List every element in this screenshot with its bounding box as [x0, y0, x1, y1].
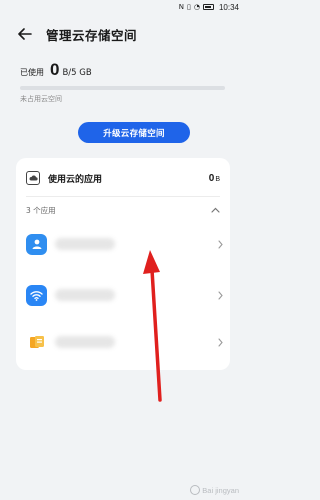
- wifi-icon: ◔: [193, 2, 200, 11]
- apps-count-row[interactable]: 3 个应用: [26, 202, 220, 218]
- back-arrow-icon[interactable]: [16, 25, 34, 43]
- vibrate-icon: ▯: [187, 2, 191, 11]
- used-label: 已使用: [20, 68, 44, 77]
- chevron-right-icon: [216, 239, 224, 249]
- status-time: 10:34: [218, 2, 239, 12]
- cloud-usage-value: 0: [208, 172, 215, 184]
- app-row-contacts[interactable]: [26, 230, 224, 258]
- divider: [26, 196, 220, 197]
- cloud-usage-unit: B: [215, 175, 220, 183]
- baidu-paw-logo: [190, 485, 201, 495]
- upgrade-storage-button[interactable]: 升级云存储空间: [78, 122, 190, 143]
- battery-icon: [202, 4, 214, 10]
- chevron-right-icon: [216, 290, 224, 300]
- wifi-icon: [26, 284, 47, 306]
- storage-usage: 已使用 0 B/5 GB 未占用云空间: [20, 60, 230, 104]
- app-name: [55, 238, 115, 250]
- app-name: [55, 289, 115, 301]
- app-name: [55, 336, 115, 348]
- page-title: 管理云存储空间: [46, 27, 138, 43]
- app-row-wifi[interactable]: [26, 281, 224, 309]
- used-value: 0: [50, 60, 60, 79]
- unused-label: 未占用云空间: [20, 95, 62, 103]
- contacts-icon: [26, 233, 47, 255]
- app-row-files[interactable]: [26, 328, 224, 356]
- apps-count: 3 个应用: [26, 205, 56, 215]
- header: 管理云存储空间: [0, 20, 245, 48]
- apps-using-cloud-card: 使用云的应用 0B 3 个应用: [16, 158, 230, 370]
- nfc-icon: N: [178, 2, 184, 11]
- watermark: Bai jingyan: [190, 485, 239, 495]
- card-title: 使用云的应用: [48, 174, 103, 185]
- card-header: 使用云的应用 0B: [26, 168, 220, 188]
- used-total: B/5 GB: [62, 68, 92, 78]
- chevron-up-icon[interactable]: [210, 205, 220, 215]
- cloud-icon: [26, 171, 40, 185]
- chevron-right-icon: [216, 337, 224, 347]
- status-bar: N ▯ ◔ 10:34: [0, 0, 245, 14]
- watermark-text: Bai jingyan: [202, 485, 239, 495]
- cloud-usage-size: 0B: [209, 173, 220, 184]
- files-icon: [26, 331, 47, 353]
- usage-progress-bar: [20, 86, 225, 90]
